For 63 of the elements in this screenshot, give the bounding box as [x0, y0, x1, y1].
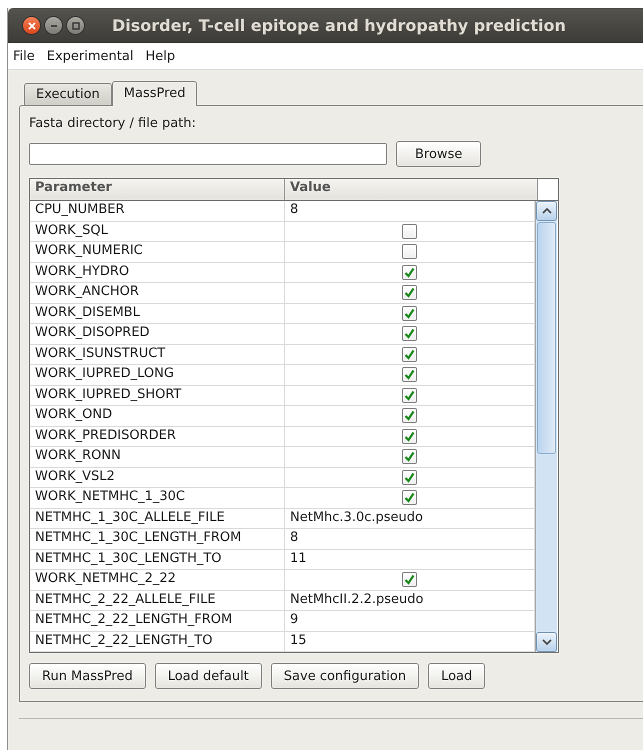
parameter-cell: WORK_NUMERIC — [30, 242, 285, 262]
scroll-up-button[interactable] — [536, 201, 557, 221]
parameter-cell: WORK_OND — [30, 406, 285, 426]
parameter-cell: WORK_HYDRO — [30, 262, 285, 282]
checkbox[interactable] — [402, 346, 417, 362]
parameter-cell: NETMHC_2_22_LENGTH_FROM — [30, 611, 285, 630]
checkbox[interactable] — [402, 408, 417, 424]
parameter-cell: WORK_DISEMBL — [30, 304, 285, 323]
parameter-cell: NETMHC_2_22_LENGTH_TO — [30, 632, 285, 651]
parameter-cell: WORK_SQL — [30, 222, 285, 241]
close-button[interactable] — [22, 16, 41, 35]
parameter-cell: WORK_NETMHC_2_22 — [30, 570, 285, 590]
checkbox[interactable] — [402, 244, 417, 260]
scroll-down-button[interactable] — [536, 632, 557, 652]
parameter-cell: CPU_NUMBER — [30, 201, 285, 220]
checkbox[interactable] — [402, 572, 417, 588]
column-header[interactable]: Value — [285, 179, 538, 200]
action-button[interactable]: Load default — [154, 663, 262, 689]
parameter-cell: WORK_ISUNSTRUCT — [30, 344, 285, 364]
field-label: Fasta directory / file path: — [29, 116, 197, 131]
maximize-button[interactable] — [66, 16, 85, 35]
checkbox[interactable] — [402, 470, 417, 485]
parameter-cell: WORK_VSL2 — [30, 468, 285, 487]
column-header[interactable]: Parameter — [30, 179, 285, 200]
checkbox[interactable] — [402, 428, 417, 444]
scrollbar[interactable] — [535, 201, 557, 652]
parameter-cell: NETMHC_1_30C_LENGTH_FROM — [30, 529, 285, 548]
chevron-down-icon — [540, 638, 552, 646]
parameter-cell: WORK_IUPRED_LONG — [30, 365, 285, 384]
close-icon — [26, 20, 36, 30]
parameter-cell: WORK_ANCHOR — [30, 283, 285, 302]
maximize-icon — [70, 20, 80, 30]
checkbox[interactable] — [402, 490, 417, 506]
parameter-cell: WORK_PREDISORDER — [30, 426, 285, 446]
menu-item[interactable]: Experimental — [46, 48, 134, 64]
browse-button[interactable]: Browse — [396, 141, 482, 167]
checkbox[interactable] — [402, 285, 417, 300]
chevron-up-icon — [540, 207, 552, 215]
checkbox[interactable] — [402, 264, 417, 280]
checkbox[interactable] — [402, 224, 417, 239]
action-button[interactable]: Save configuration — [270, 663, 420, 689]
action-button[interactable]: Run MassPred — [29, 663, 146, 689]
parameter-cell: WORK_DISOPRED — [30, 324, 285, 344]
window-title: Disorder, T-cell epitope and hydropathy prediction — [112, 16, 566, 35]
parameter-cell: NETMHC_1_30C_ALLELE_FILE — [30, 508, 285, 528]
path-field[interactable] — [29, 143, 387, 165]
checkbox[interactable] — [402, 449, 417, 464]
parameter-cell: WORK_RONN — [30, 447, 285, 466]
scrollbar-thumb[interactable] — [537, 222, 556, 454]
checkbox[interactable] — [402, 388, 417, 403]
tab[interactable]: MassPred — [112, 81, 198, 106]
checkbox[interactable] — [402, 306, 417, 321]
checkbox[interactable] — [402, 326, 417, 342]
minimize-button[interactable] — [44, 16, 63, 35]
menu-item[interactable]: Help — [145, 48, 176, 64]
parameter-cell: WORK_NETMHC_1_30C — [30, 488, 285, 508]
parameter-cell: NETMHC_1_30C_LENGTH_TO — [30, 550, 285, 569]
tab[interactable]: Execution — [24, 83, 112, 105]
menu-item[interactable]: File — [13, 48, 35, 64]
checkbox[interactable] — [402, 367, 417, 382]
parameter-cell: NETMHC_2_22_ALLELE_FILE — [30, 590, 285, 610]
parameter-cell: WORK_IUPRED_SHORT — [30, 386, 285, 405]
action-button[interactable]: Load — [428, 663, 486, 689]
